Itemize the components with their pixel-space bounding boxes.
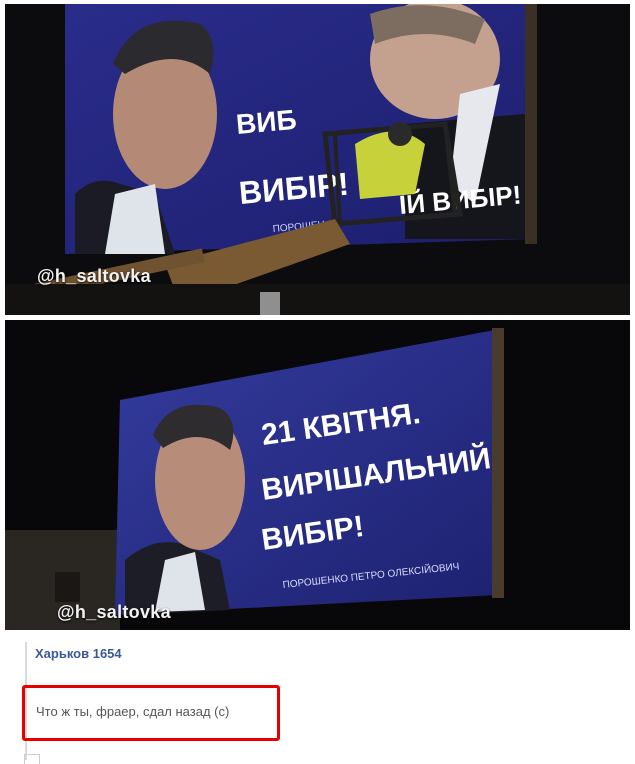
photo-billboard-final: 21 КВІТНЯ. ВИРІШАЛЬНИЙ ВИБІР! ПОРОШЕНКО …: [5, 320, 630, 630]
billboard-bottom-text: 21 КВІТНЯ. ВИРІШАЛЬНИЙ ВИБІР! ПОРОШЕНКО …: [259, 397, 493, 591]
billboard-line-3: ВИБІР!: [259, 510, 366, 557]
billboard-line-2: ВИРІШАЛЬНИЙ: [259, 441, 493, 507]
comment-author-link[interactable]: Харьков 1654: [35, 646, 122, 661]
billboard-name: ПОРОШЕНКО ПЕТРО ОЛЕКСІЙОВИЧ: [282, 559, 460, 590]
billboard-line-1: 21 КВІТНЯ.: [259, 397, 422, 452]
watermark-bottom: @h_saltovka: [57, 602, 171, 622]
comment-block: Харьков 1654 Что ж ты, фраер, сдал назад…: [0, 630, 635, 764]
watermark-top: @h_saltovka: [37, 266, 151, 286]
photo-billboard-repasting: ВИБ ВИБІР! ІЙ ВИБІР! ПОРОШЕН @h_saltovka: [5, 4, 630, 315]
highlight-box: [22, 685, 280, 741]
svg-text:ВИБ: ВИБ: [235, 104, 298, 140]
